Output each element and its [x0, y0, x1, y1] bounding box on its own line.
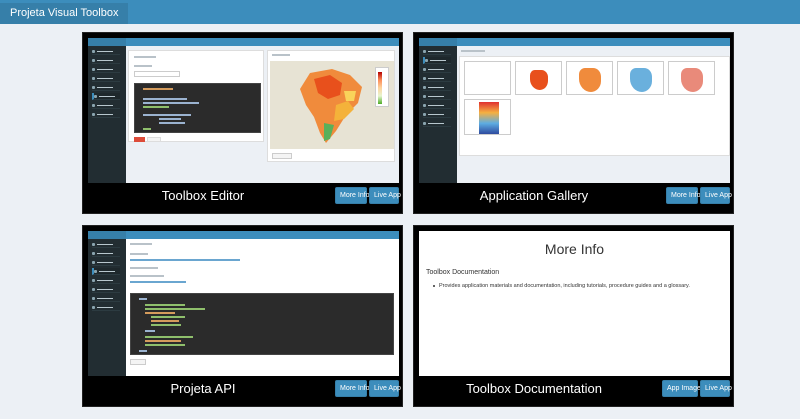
preview-body — [457, 46, 730, 183]
live-app-button[interactable]: Live App — [369, 187, 401, 204]
preview-toolbox-editor[interactable] — [88, 38, 399, 183]
card-caption: Toolbox Documentation — [466, 381, 602, 396]
preview-sidebar — [419, 38, 457, 183]
preview-application-gallery[interactable] — [419, 38, 730, 183]
live-app-button[interactable]: Live App — [700, 380, 732, 397]
editor-panel — [128, 50, 264, 142]
preview-logo — [88, 38, 126, 46]
gallery-thumb — [515, 61, 562, 95]
card-caption: Application Gallery — [479, 188, 589, 203]
preview-projeta-api[interactable] — [88, 231, 399, 376]
code-editor — [134, 83, 261, 133]
more-info-subtitle: Toolbox Documentation — [426, 269, 500, 276]
gallery-thumb — [566, 61, 613, 95]
api-download-button — [130, 359, 146, 365]
preview-body — [126, 239, 399, 376]
more-info-button[interactable]: More Info — [335, 187, 370, 204]
card-caption: Projeta API — [170, 381, 236, 396]
card-caption: Toolbox Editor — [161, 188, 245, 203]
card-projeta-api: Projeta API More Info Live App — [82, 225, 403, 407]
preview-body — [126, 46, 399, 183]
more-info-title: More Info — [544, 241, 605, 257]
card-toolbox-documentation: More Info Toolbox Documentation Provides… — [413, 225, 734, 407]
map-legend — [375, 67, 389, 107]
bullet-icon — [433, 284, 435, 287]
gallery-panel — [459, 56, 730, 156]
gallery-thumb — [617, 61, 664, 95]
map-download-button — [272, 153, 292, 159]
run-button — [134, 137, 145, 142]
preview-header — [126, 231, 399, 239]
preview-header — [457, 38, 730, 46]
live-app-button[interactable]: Live App — [700, 187, 732, 204]
preview-sidebar — [88, 38, 126, 183]
more-info-bullet: Provides application materials and docum… — [433, 283, 723, 289]
gallery-thumb — [464, 61, 511, 95]
card-toolbox-editor: Toolbox Editor More Info Live App — [82, 32, 403, 214]
download-button — [147, 137, 161, 142]
app-image-button[interactable]: App Image — [662, 380, 701, 397]
preview-sidebar — [88, 231, 126, 376]
card-application-gallery: Application Gallery More Info Live App — [413, 32, 734, 214]
more-info-button[interactable]: More Info — [335, 380, 370, 397]
more-info-button[interactable]: More Info — [666, 187, 701, 204]
gallery-thumb — [464, 99, 511, 135]
app-title[interactable]: Projeta Visual Toolbox — [0, 3, 129, 24]
preview-header — [126, 38, 399, 46]
map-panel — [267, 50, 395, 162]
top-navbar: Projeta Visual Toolbox — [0, 0, 800, 24]
gallery-thumb — [668, 61, 715, 95]
more-info-panel: More Info Toolbox Documentation Provides… — [419, 231, 730, 376]
json-code-block — [130, 293, 394, 355]
template-select — [134, 71, 180, 77]
live-app-button[interactable]: Live App — [369, 380, 401, 397]
